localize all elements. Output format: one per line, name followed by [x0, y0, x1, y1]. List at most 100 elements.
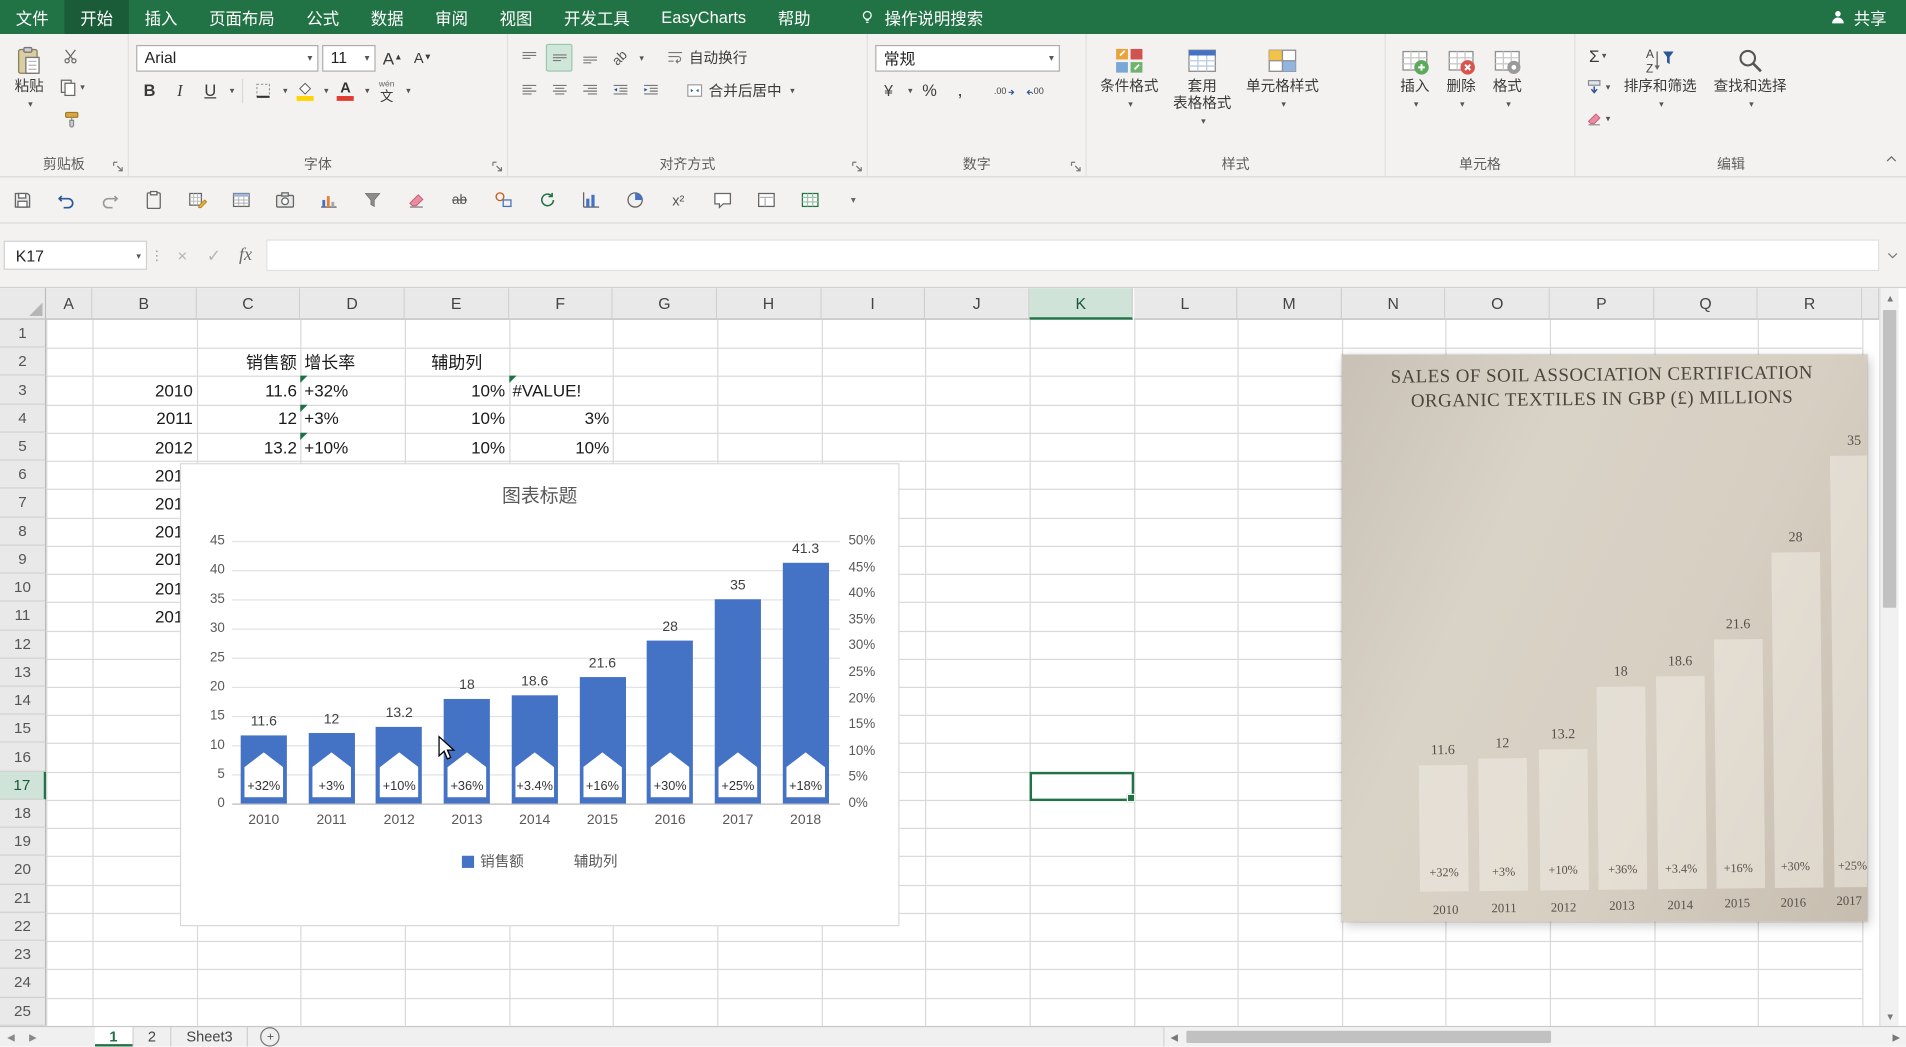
row-header-1[interactable]: 1	[0, 320, 46, 348]
orientation-caret[interactable]: ▾	[639, 52, 644, 63]
row-header-12[interactable]: 12	[0, 630, 46, 658]
row-header-9[interactable]: 9	[0, 546, 46, 574]
row-header-4[interactable]: 4	[0, 404, 46, 432]
sheet-nav-next[interactable]: ▶	[22, 1027, 44, 1046]
expand-formula-bar-button[interactable]	[1879, 248, 1906, 263]
wrap-text-button[interactable]: 自动换行	[663, 44, 749, 72]
legend-item-辅助列[interactable]: 辅助列	[556, 851, 618, 872]
cell-E5[interactable]: 10%	[405, 433, 509, 461]
row-header-25[interactable]: 25	[0, 997, 46, 1025]
row-header-22[interactable]: 22	[0, 913, 46, 941]
qat-clear-formats-icon[interactable]: ab	[447, 188, 471, 212]
scroll-right-arrow[interactable]: ▶	[1887, 1031, 1906, 1042]
row-header-17[interactable]: 17	[0, 771, 46, 799]
decrease-decimal-button[interactable]: .00	[1022, 77, 1050, 105]
row-header-20[interactable]: 20	[0, 856, 46, 884]
delete-cells-button[interactable]: 删除 ▾	[1439, 41, 1483, 155]
cell-F4[interactable]: 3%	[509, 404, 613, 432]
paste-button[interactable]: 粘贴 ▾	[7, 41, 51, 132]
align-center-button[interactable]	[546, 77, 573, 105]
new-sheet-button[interactable]: +	[261, 1027, 280, 1046]
conditional-formatting-button[interactable]: 条件格式 ▾	[1094, 41, 1165, 155]
vertical-scrollbar[interactable]: ▲ ▼	[1879, 288, 1898, 1026]
chart-bar-2012[interactable]: 13.2+10%	[376, 726, 422, 803]
menu-tab-数据[interactable]: 数据	[355, 0, 419, 34]
cut-button[interactable]	[56, 41, 87, 69]
alignment-dialog-launcher[interactable]	[850, 159, 863, 172]
worksheet-grid[interactable]: 图表标题 45403530252015105050%45%40%35%30%25…	[0, 288, 1879, 1026]
cell-C3[interactable]: 11.6	[196, 376, 300, 404]
qat-save-icon[interactable]	[10, 188, 34, 212]
menu-tab-公式[interactable]: 公式	[291, 0, 355, 34]
qat-pie-chart-icon[interactable]	[622, 188, 646, 212]
clear-button[interactable]: ▾	[1583, 105, 1613, 133]
horizontal-scroll-thumb[interactable]	[1186, 1031, 1551, 1043]
chart-bar-2018[interactable]: 41.3+18%	[783, 563, 829, 804]
cell-F3[interactable]: #VALUE!	[509, 376, 613, 404]
qat-camera-icon[interactable]	[272, 188, 296, 212]
menu-tab-file[interactable]: 文件	[0, 0, 64, 34]
formula-input[interactable]	[266, 239, 1879, 271]
fill-handle[interactable]	[1127, 794, 1136, 803]
fill-button[interactable]: ▾	[1583, 73, 1613, 101]
sheet-nav-prev[interactable]: ◀	[0, 1027, 22, 1046]
column-header-E[interactable]: E	[405, 288, 509, 320]
percent-style-button[interactable]: %	[916, 77, 943, 105]
column-header-R[interactable]: R	[1758, 288, 1862, 320]
cell-C5[interactable]: 13.2	[196, 433, 300, 461]
find-select-button[interactable]: 查找和选择 ▾	[1708, 41, 1793, 155]
insert-function-button[interactable]: fx	[230, 241, 262, 270]
row-header-13[interactable]: 13	[0, 659, 46, 687]
vertical-scroll-thumb[interactable]	[1883, 310, 1896, 608]
chart-bar-2016[interactable]: 28+30%	[647, 640, 693, 803]
column-header-J[interactable]: J	[925, 288, 1029, 320]
cell-F5[interactable]: 10%	[509, 433, 613, 461]
row-header-10[interactable]: 10	[0, 574, 46, 602]
grow-font-button[interactable]: A▲	[379, 44, 406, 72]
row-header-19[interactable]: 19	[0, 828, 46, 856]
font-color-button[interactable]: A	[332, 77, 359, 105]
row-header-16[interactable]: 16	[0, 743, 46, 771]
tell-me-search[interactable]: 操作说明搜索	[858, 0, 983, 34]
row-header-18[interactable]: 18	[0, 800, 46, 828]
chart-title[interactable]: 图表标题	[181, 481, 898, 508]
qat-comment-icon[interactable]	[710, 188, 734, 212]
cell-B5[interactable]: 2012	[92, 433, 196, 461]
collapse-ribbon-button[interactable]	[1884, 152, 1899, 167]
fill-color-button[interactable]	[291, 77, 318, 105]
qat-chart-bars-icon[interactable]	[316, 188, 340, 212]
shrink-font-button[interactable]: A▼	[410, 44, 437, 72]
column-header-O[interactable]: O	[1446, 288, 1550, 320]
qat-shapes-icon[interactable]	[491, 188, 515, 212]
qat-eraser-icon[interactable]	[404, 188, 428, 212]
column-header-F[interactable]: F	[509, 288, 613, 320]
cell-D2[interactable]: 增长率	[301, 348, 405, 376]
increase-indent-button[interactable]	[637, 77, 664, 105]
cell-E4[interactable]: 10%	[405, 404, 509, 432]
number-dialog-launcher[interactable]	[1068, 159, 1081, 172]
borders-button[interactable]	[250, 77, 277, 105]
insert-cells-button[interactable]: 插入 ▾	[1393, 41, 1437, 155]
row-header-7[interactable]: 7	[0, 489, 46, 517]
align-left-button[interactable]	[515, 77, 542, 105]
qat-grid-table-icon[interactable]	[229, 188, 253, 212]
chart-bar-2011[interactable]: 12+3%	[308, 733, 354, 803]
name-box[interactable]: K17 ▾	[4, 241, 147, 270]
row-header-8[interactable]: 8	[0, 517, 46, 545]
underline-caret[interactable]: ▾	[230, 85, 235, 96]
comma-style-button[interactable]: ,	[947, 77, 974, 105]
scroll-down-arrow[interactable]: ▼	[1880, 1006, 1899, 1025]
row-header-14[interactable]: 14	[0, 687, 46, 715]
accounting-caret[interactable]: ▾	[908, 85, 913, 96]
sheet-tab-2[interactable]: 2	[133, 1027, 172, 1046]
chart-bar-2015[interactable]: 21.6+16%	[579, 677, 625, 803]
qat-column-chart-icon[interactable]	[579, 188, 603, 212]
menu-tab-开发工具[interactable]: 开发工具	[548, 0, 645, 34]
qat-outline-table-icon[interactable]	[797, 188, 821, 212]
column-header-C[interactable]: C	[196, 288, 300, 320]
cell-E3[interactable]: 10%	[405, 376, 509, 404]
row-header-24[interactable]: 24	[0, 969, 46, 997]
align-bottom-button[interactable]	[576, 44, 603, 72]
row-header-23[interactable]: 23	[0, 941, 46, 969]
orientation-button[interactable]: ab	[607, 44, 634, 72]
